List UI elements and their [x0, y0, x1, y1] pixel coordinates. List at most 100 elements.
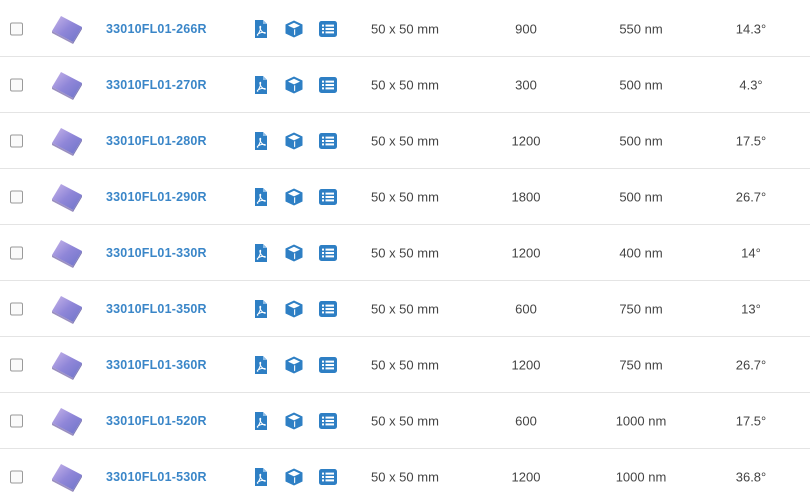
- pdf-icon[interactable]: [251, 243, 271, 263]
- grooves-cell: 1200: [511, 133, 541, 148]
- product-thumbnail: [50, 182, 84, 212]
- product-thumbnail: [50, 294, 84, 324]
- cube-icon[interactable]: [284, 355, 304, 375]
- grooves-cell: 1200: [511, 245, 541, 260]
- wavelength-cell: 500 nm: [619, 133, 663, 148]
- size-cell: 50 x 50 mm: [371, 21, 439, 36]
- pdf-icon[interactable]: [251, 467, 271, 487]
- product-thumbnail: [50, 238, 84, 268]
- part-number-link[interactable]: 33010FL01-270R: [106, 78, 207, 92]
- cube-icon[interactable]: [284, 187, 304, 207]
- pdf-icon[interactable]: [251, 411, 271, 431]
- angle-cell: 26.7°: [735, 357, 767, 372]
- pdf-icon[interactable]: [251, 299, 271, 319]
- size-cell: 50 x 50 mm: [371, 413, 439, 428]
- cube-icon[interactable]: [284, 411, 304, 431]
- angle-cell: 36.8°: [735, 469, 767, 484]
- size-cell: 50 x 50 mm: [371, 133, 439, 148]
- size-cell: 50 x 50 mm: [371, 301, 439, 316]
- angle-cell: 14.3°: [735, 21, 767, 36]
- table-row: 33010FL01-270R 50 x 50 mm 300 500 nm 4.3…: [0, 57, 810, 113]
- product-thumbnail: [50, 406, 84, 436]
- product-thumbnail: [50, 14, 84, 44]
- select-checkbox[interactable]: [10, 358, 23, 371]
- list-icon[interactable]: [318, 467, 338, 487]
- wavelength-cell: 750 nm: [619, 357, 663, 372]
- wavelength-cell: 550 nm: [619, 21, 663, 36]
- wavelength-cell: 400 nm: [619, 245, 663, 260]
- wavelength-cell: 750 nm: [619, 301, 663, 316]
- part-number-link[interactable]: 33010FL01-280R: [106, 134, 207, 148]
- grooves-cell: 1800: [511, 189, 541, 204]
- angle-cell: 26.7°: [735, 189, 767, 204]
- size-cell: 50 x 50 mm: [371, 77, 439, 92]
- table-row: 33010FL01-350R 50 x 50 mm 600 750 nm 13°: [0, 281, 810, 337]
- angle-cell: 4.3°: [739, 77, 763, 92]
- table-row: 33010FL01-520R 50 x 50 mm 600 1000 nm 17…: [0, 393, 810, 449]
- product-thumbnail: [50, 462, 84, 492]
- product-thumbnail: [50, 350, 84, 380]
- cube-icon[interactable]: [284, 243, 304, 263]
- size-cell: 50 x 50 mm: [371, 357, 439, 372]
- angle-cell: 13°: [741, 301, 761, 316]
- pdf-icon[interactable]: [251, 355, 271, 375]
- select-checkbox[interactable]: [10, 134, 23, 147]
- select-checkbox[interactable]: [10, 22, 23, 35]
- table-row: 33010FL01-530R 50 x 50 mm 1200 1000 nm 3…: [0, 449, 810, 502]
- table-row: 33010FL01-290R 50 x 50 mm 1800 500 nm 26…: [0, 169, 810, 225]
- select-checkbox[interactable]: [10, 246, 23, 259]
- grooves-cell: 600: [515, 413, 537, 428]
- pdf-icon[interactable]: [251, 75, 271, 95]
- part-number-link[interactable]: 33010FL01-360R: [106, 358, 207, 372]
- grooves-cell: 1200: [511, 357, 541, 372]
- pdf-icon[interactable]: [251, 131, 271, 151]
- list-icon[interactable]: [318, 355, 338, 375]
- wavelength-cell: 500 nm: [619, 189, 663, 204]
- grooves-cell: 900: [515, 21, 537, 36]
- table-row: 33010FL01-266R 50 x 50 mm 900 550 nm 14.…: [0, 1, 810, 57]
- size-cell: 50 x 50 mm: [371, 469, 439, 484]
- part-number-link[interactable]: 33010FL01-290R: [106, 190, 207, 204]
- list-icon[interactable]: [318, 411, 338, 431]
- list-icon[interactable]: [318, 243, 338, 263]
- part-number-link[interactable]: 33010FL01-530R: [106, 470, 207, 484]
- list-icon[interactable]: [318, 299, 338, 319]
- product-thumbnail: [50, 126, 84, 156]
- angle-cell: 17.5°: [735, 413, 767, 428]
- grooves-cell: 300: [515, 77, 537, 92]
- table-row: 33010FL01-360R 50 x 50 mm 1200 750 nm 26…: [0, 337, 810, 393]
- list-icon[interactable]: [318, 131, 338, 151]
- angle-cell: 14°: [741, 245, 761, 260]
- select-checkbox[interactable]: [10, 78, 23, 91]
- wavelength-cell: 1000 nm: [615, 469, 667, 484]
- part-number-link[interactable]: 33010FL01-266R: [106, 22, 207, 36]
- table-row: 33010FL01-330R 50 x 50 mm 1200 400 nm 14…: [0, 225, 810, 281]
- size-cell: 50 x 50 mm: [371, 189, 439, 204]
- select-checkbox[interactable]: [10, 302, 23, 315]
- part-number-link[interactable]: 33010FL01-330R: [106, 246, 207, 260]
- cube-icon[interactable]: [284, 299, 304, 319]
- select-checkbox[interactable]: [10, 414, 23, 427]
- grooves-cell: 1200: [511, 469, 541, 484]
- pdf-icon[interactable]: [251, 19, 271, 39]
- part-number-link[interactable]: 33010FL01-520R: [106, 414, 207, 428]
- product-table: 33010FL01-266R 50 x 50 mm 900 550 nm 14.…: [0, 0, 810, 502]
- cube-icon[interactable]: [284, 467, 304, 487]
- cube-icon[interactable]: [284, 131, 304, 151]
- cube-icon[interactable]: [284, 19, 304, 39]
- part-number-link[interactable]: 33010FL01-350R: [106, 302, 207, 316]
- select-checkbox[interactable]: [10, 470, 23, 483]
- size-cell: 50 x 50 mm: [371, 245, 439, 260]
- grooves-cell: 600: [515, 301, 537, 316]
- list-icon[interactable]: [318, 19, 338, 39]
- table-row: 33010FL01-280R 50 x 50 mm 1200 500 nm 17…: [0, 113, 810, 169]
- select-checkbox[interactable]: [10, 190, 23, 203]
- cube-icon[interactable]: [284, 75, 304, 95]
- product-thumbnail: [50, 70, 84, 100]
- wavelength-cell: 500 nm: [619, 77, 663, 92]
- angle-cell: 17.5°: [735, 133, 767, 148]
- pdf-icon[interactable]: [251, 187, 271, 207]
- list-icon[interactable]: [318, 75, 338, 95]
- wavelength-cell: 1000 nm: [615, 413, 667, 428]
- list-icon[interactable]: [318, 187, 338, 207]
